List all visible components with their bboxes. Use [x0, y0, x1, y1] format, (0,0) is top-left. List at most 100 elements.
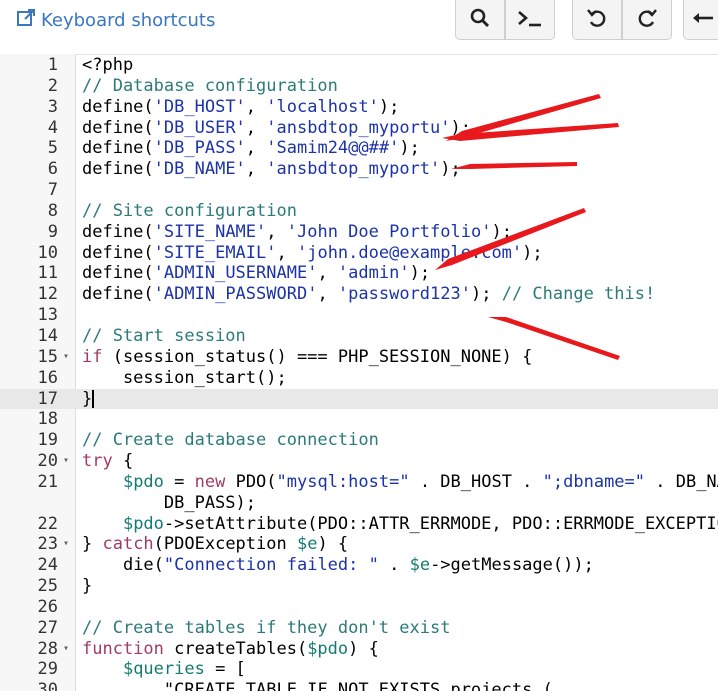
code-line[interactable]: 12 define('ADMIN_PASSWORD', 'password123'… — [0, 284, 718, 305]
line-number: 17 — [37, 388, 58, 409]
code-text: } — [82, 576, 93, 597]
code-line[interactable]: 9 define('SITE_NAME', 'John Doe Portfolio… — [0, 222, 718, 243]
code-text: define('DB_PASS', 'Samim24@@##'); — [82, 138, 420, 159]
code-text: // Database configuration — [82, 75, 338, 96]
code-text: DB_PASS); — [82, 492, 256, 513]
code-line[interactable]: 23 ▾ } catch(PDOException $e) { — [0, 534, 718, 555]
code-text: // Create tables if they don't exist — [82, 617, 451, 638]
line-number: 21 — [37, 471, 58, 492]
line-number: 3 — [47, 96, 58, 117]
code-line[interactable]: 13 — [0, 305, 718, 326]
line-number: 7 — [47, 180, 58, 201]
keyboard-shortcuts-link[interactable]: Keyboard shortcuts — [16, 8, 215, 32]
code-line[interactable]: 1 <?php — [0, 55, 718, 76]
code-line[interactable]: 29 $queries = [ — [0, 659, 718, 680]
code-line[interactable]: 20 ▾ try { — [0, 451, 718, 472]
code-line[interactable]: 5 define('DB_PASS', 'Samim24@@##'); — [0, 138, 718, 159]
line-number: 4 — [47, 117, 58, 138]
code-text: define('DB_HOST', 'localhost'); — [82, 96, 400, 117]
line-number: 12 — [37, 284, 58, 305]
line-number: 22 — [37, 513, 58, 534]
fold-arrow-icon[interactable]: ▾ — [63, 347, 69, 368]
code-text: $queries = [ — [122, 659, 246, 680]
keyboard-shortcuts-label: Keyboard shortcuts — [41, 9, 216, 31]
code-text: die("Connection failed: " . $e->getMessa… — [122, 555, 594, 576]
line-number: 19 — [37, 430, 58, 451]
code-line[interactable]: 25} — [0, 576, 718, 597]
code-text: session_start(); — [82, 367, 287, 388]
line-number: 1 — [47, 55, 58, 75]
line-number: 29 — [37, 659, 58, 680]
terminal-button[interactable] — [505, 0, 555, 40]
redo-icon — [635, 6, 659, 34]
code-line[interactable]: 26 — [0, 597, 718, 618]
code-text: define('SITE_NAME', 'John Doe Portfolio'… — [82, 221, 512, 242]
code-line[interactable]: 22 $pdo->setAttribute(PDO::ATTR_ERRMODE,… — [0, 514, 718, 535]
line-number: 18 — [37, 409, 58, 430]
code-text: define('SITE_EMAIL', 'john.doe@example.c… — [82, 242, 543, 263]
code-line[interactable]: 24 die("Connection failed: " . $e->getMe… — [0, 555, 718, 576]
code-text: } — [82, 388, 95, 409]
line-number: 9 — [47, 221, 58, 242]
code-line[interactable]: 18 — [0, 409, 718, 430]
line-number: 5 — [47, 138, 58, 159]
line-number: 20 — [37, 451, 58, 472]
line-number: 6 — [47, 159, 58, 180]
external-link-icon — [16, 8, 41, 33]
line-number: 30 — [37, 680, 58, 691]
code-text: // Start session — [82, 325, 246, 346]
line-number: 15 — [37, 346, 58, 367]
code-line[interactable]: 10 define('SITE_EMAIL', 'john.doe@example… — [0, 243, 718, 264]
code-text: // Site configuration — [82, 200, 297, 221]
undo-button[interactable] — [572, 0, 622, 40]
line-number: 16 — [37, 367, 58, 388]
fold-arrow-icon[interactable]: ▾ — [63, 534, 69, 555]
editor-toolbar: Keyboard shortcuts — [0, 0, 718, 55]
code-text: $pdo = new PDO("mysql:host=" . DB_HOST .… — [122, 471, 718, 492]
code-line[interactable]: 28 ▾ function createTables($pdo) { — [0, 639, 718, 660]
wrap-toggle-button[interactable] — [683, 0, 718, 40]
code-line[interactable]: 14 // Start session — [0, 326, 718, 347]
line-number: 27 — [37, 617, 58, 638]
code-text: define('ADMIN_USERNAME', 'admin'); — [82, 263, 431, 284]
search-button[interactable] — [455, 0, 505, 40]
code-line[interactable]: 17} — [0, 388, 718, 410]
code-text: } catch(PDOException $e) { — [82, 534, 349, 555]
line-number: 8 — [47, 200, 58, 221]
code-line[interactable]: 2 // Database configuration — [0, 76, 718, 97]
text-cursor — [92, 389, 95, 408]
code-line[interactable]: 19 // Create database connection — [0, 430, 718, 451]
line-number: 25 — [37, 576, 58, 597]
fold-arrow-icon[interactable]: ▾ — [63, 451, 69, 472]
code-line[interactable]: 21 $pdo = new PDO("mysql:host=" . DB_HOS… — [0, 472, 718, 493]
code-text: $pdo->setAttribute(PDO::ATTR_ERRMODE, PD… — [122, 513, 718, 534]
code-line[interactable]: 30 "CREATE TABLE IF NOT EXISTS projects … — [0, 680, 718, 691]
code-text: define('DB_USER', 'ansbdtop_myportu'); — [82, 117, 471, 138]
redo-button[interactable] — [622, 0, 672, 40]
code-line[interactable]: 27 // Create tables if they don't exist — [0, 618, 718, 639]
code-text: define('DB_NAME', 'ansbdtop_myport'); — [82, 159, 461, 180]
code-line[interactable]: 4 define('DB_USER', 'ansbdtop_myportu'); — [0, 118, 718, 139]
code-line[interactable]: 7 — [0, 180, 718, 201]
code-text: define('ADMIN_PASSWORD', 'password123');… — [82, 284, 656, 305]
code-text: <?php — [82, 55, 134, 75]
code-line[interactable]: 3 define('DB_HOST', 'localhost'); — [0, 97, 718, 118]
terminal-icon — [516, 7, 544, 33]
line-number: 23 — [37, 534, 58, 555]
undo-icon — [585, 6, 609, 34]
code-line[interactable]: 15 ▾ if (session_status() === PHP_SESSION_… — [0, 347, 718, 368]
code-text: "CREATE TABLE IF NOT EXISTS projects ( — [82, 680, 553, 691]
fold-arrow-icon[interactable]: ▾ — [63, 639, 69, 660]
code-line[interactable]: 6 define('DB_NAME', 'ansbdtop_myport'); — [0, 159, 718, 180]
line-number: 28 — [37, 638, 58, 659]
search-icon — [469, 7, 491, 33]
code-text: function createTables($pdo) { — [82, 638, 379, 659]
line-number: 14 — [37, 325, 58, 346]
line-number: 11 — [37, 263, 58, 284]
code-line[interactable]: 11 define('ADMIN_USERNAME', 'admin'); — [0, 263, 718, 284]
code-line[interactable]: DB_PASS); — [0, 493, 718, 514]
code-line[interactable]: 8 // Site configuration — [0, 201, 718, 222]
code-line[interactable]: 16 session_start(); — [0, 368, 718, 389]
code-editor[interactable]: 1 <?php 2 // Database configuration 3 define(… — [0, 54, 718, 691]
code-text: // Create database connection — [82, 430, 379, 451]
